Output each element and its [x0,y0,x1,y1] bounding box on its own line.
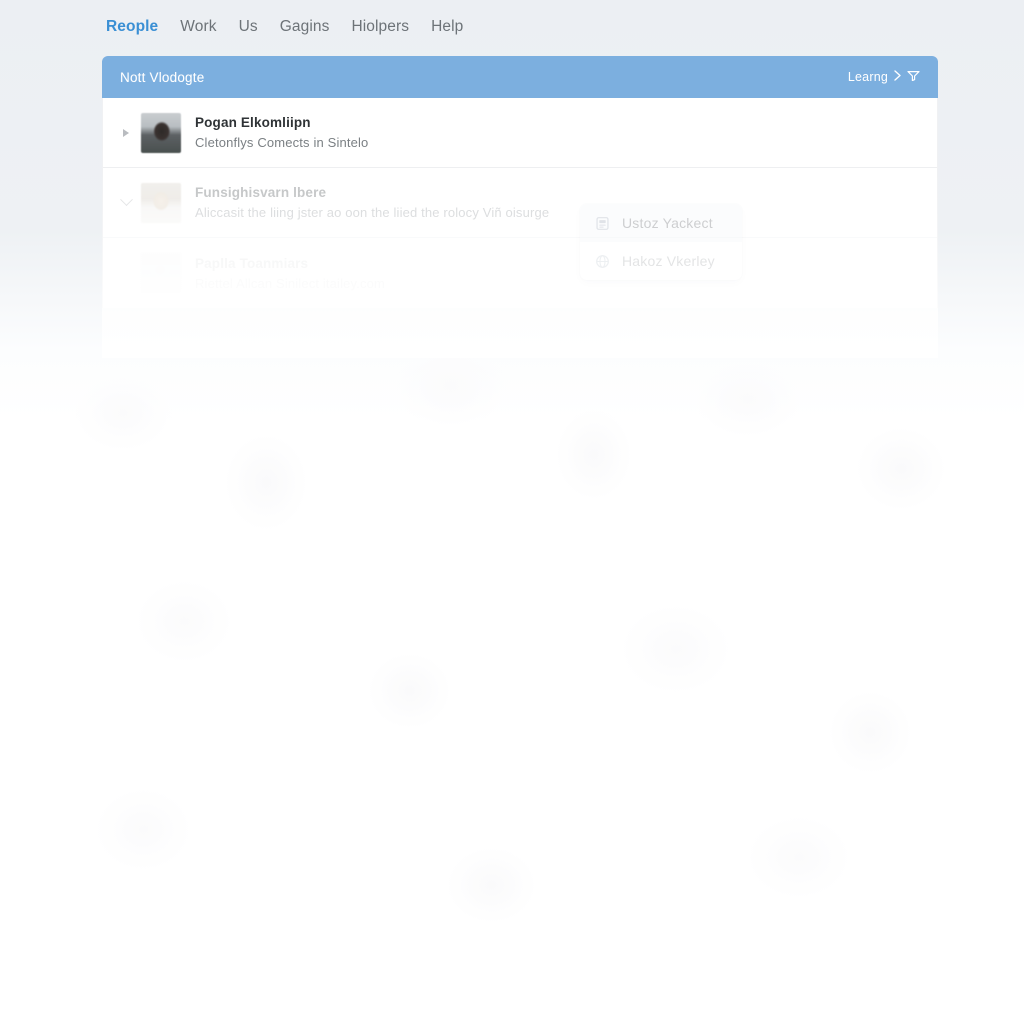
table-row[interactable]: Funsighisvarn lbere Aliccasit the liing … [103,168,937,238]
menu-item-ustoz-yackect[interactable]: Ustoz Yackect [580,204,742,242]
filter-icon[interactable] [907,70,920,84]
menu-item-label: Ustoz Yackect [622,215,713,231]
avatar [141,112,181,153]
chevron-right-icon[interactable] [893,70,902,84]
table-row[interactable]: Paplla Toanmiars Riettel Allcan Sinilect… [103,238,937,308]
row-subtitle: Aliccasit the liing jster ao oon the lii… [195,205,550,220]
row-title: Pogan Elkomliipn [195,115,311,130]
row-subtitle: Riettel Allcan Sinilect itailey.com [195,275,385,291]
people-card: Nott Vlodogte Learng Pogan Elkomliipn Cl… [102,56,938,358]
triangle-right-icon[interactable] [115,128,137,137]
row-title: Paplla Toanmiars [195,255,309,271]
nav-item-us[interactable]: Us [239,14,280,40]
menu-item-label: Hakoz Vkerley [622,253,715,269]
row-text: Paplla Toanmiars Riettel Allcan Sinilect… [195,256,385,291]
context-menu[interactable]: Ustoz Yackect Hakoz Vkerley [580,204,742,280]
nav-item-hiolpers[interactable]: Hiolpers [351,14,431,40]
globe-icon [594,253,611,270]
menu-item-hakoz-vkerley[interactable]: Hakoz Vkerley [580,242,742,280]
header-action-label: Learng [847,70,888,84]
row-subtitle: Cletonflys Comects in Sintelo [195,135,369,150]
avatar [141,253,181,293]
document-icon [594,215,611,232]
people-list: Pogan Elkomliipn Cletonflys Comects in S… [102,98,938,308]
nav-item-work[interactable]: Work [180,14,238,40]
row-title: Funsighisvarn lbere [195,185,327,200]
table-row[interactable]: Pogan Elkomliipn Cletonflys Comects in S… [103,98,937,168]
nav-item-help[interactable]: Help [431,14,485,40]
card-title: Nott Vlodogte [120,69,205,85]
row-text: Funsighisvarn lbere Aliccasit the liing … [195,185,549,220]
avatar [141,182,181,223]
app-root: Reople Work Us Gagins Hiolpers Help Nott… [0,0,1024,1024]
chevron-down-icon[interactable] [115,193,137,207]
card-header: Nott Vlodogte Learng [102,56,938,98]
row-text: Pogan Elkomliipn Cletonflys Comects in S… [195,115,368,150]
nav-item-gagins[interactable]: Gagins [280,14,352,40]
main-navigation: Reople Work Us Gagins Hiolpers Help [106,14,485,40]
nav-item-reople[interactable]: Reople [106,14,180,40]
card-header-actions[interactable]: Learng [848,70,920,84]
